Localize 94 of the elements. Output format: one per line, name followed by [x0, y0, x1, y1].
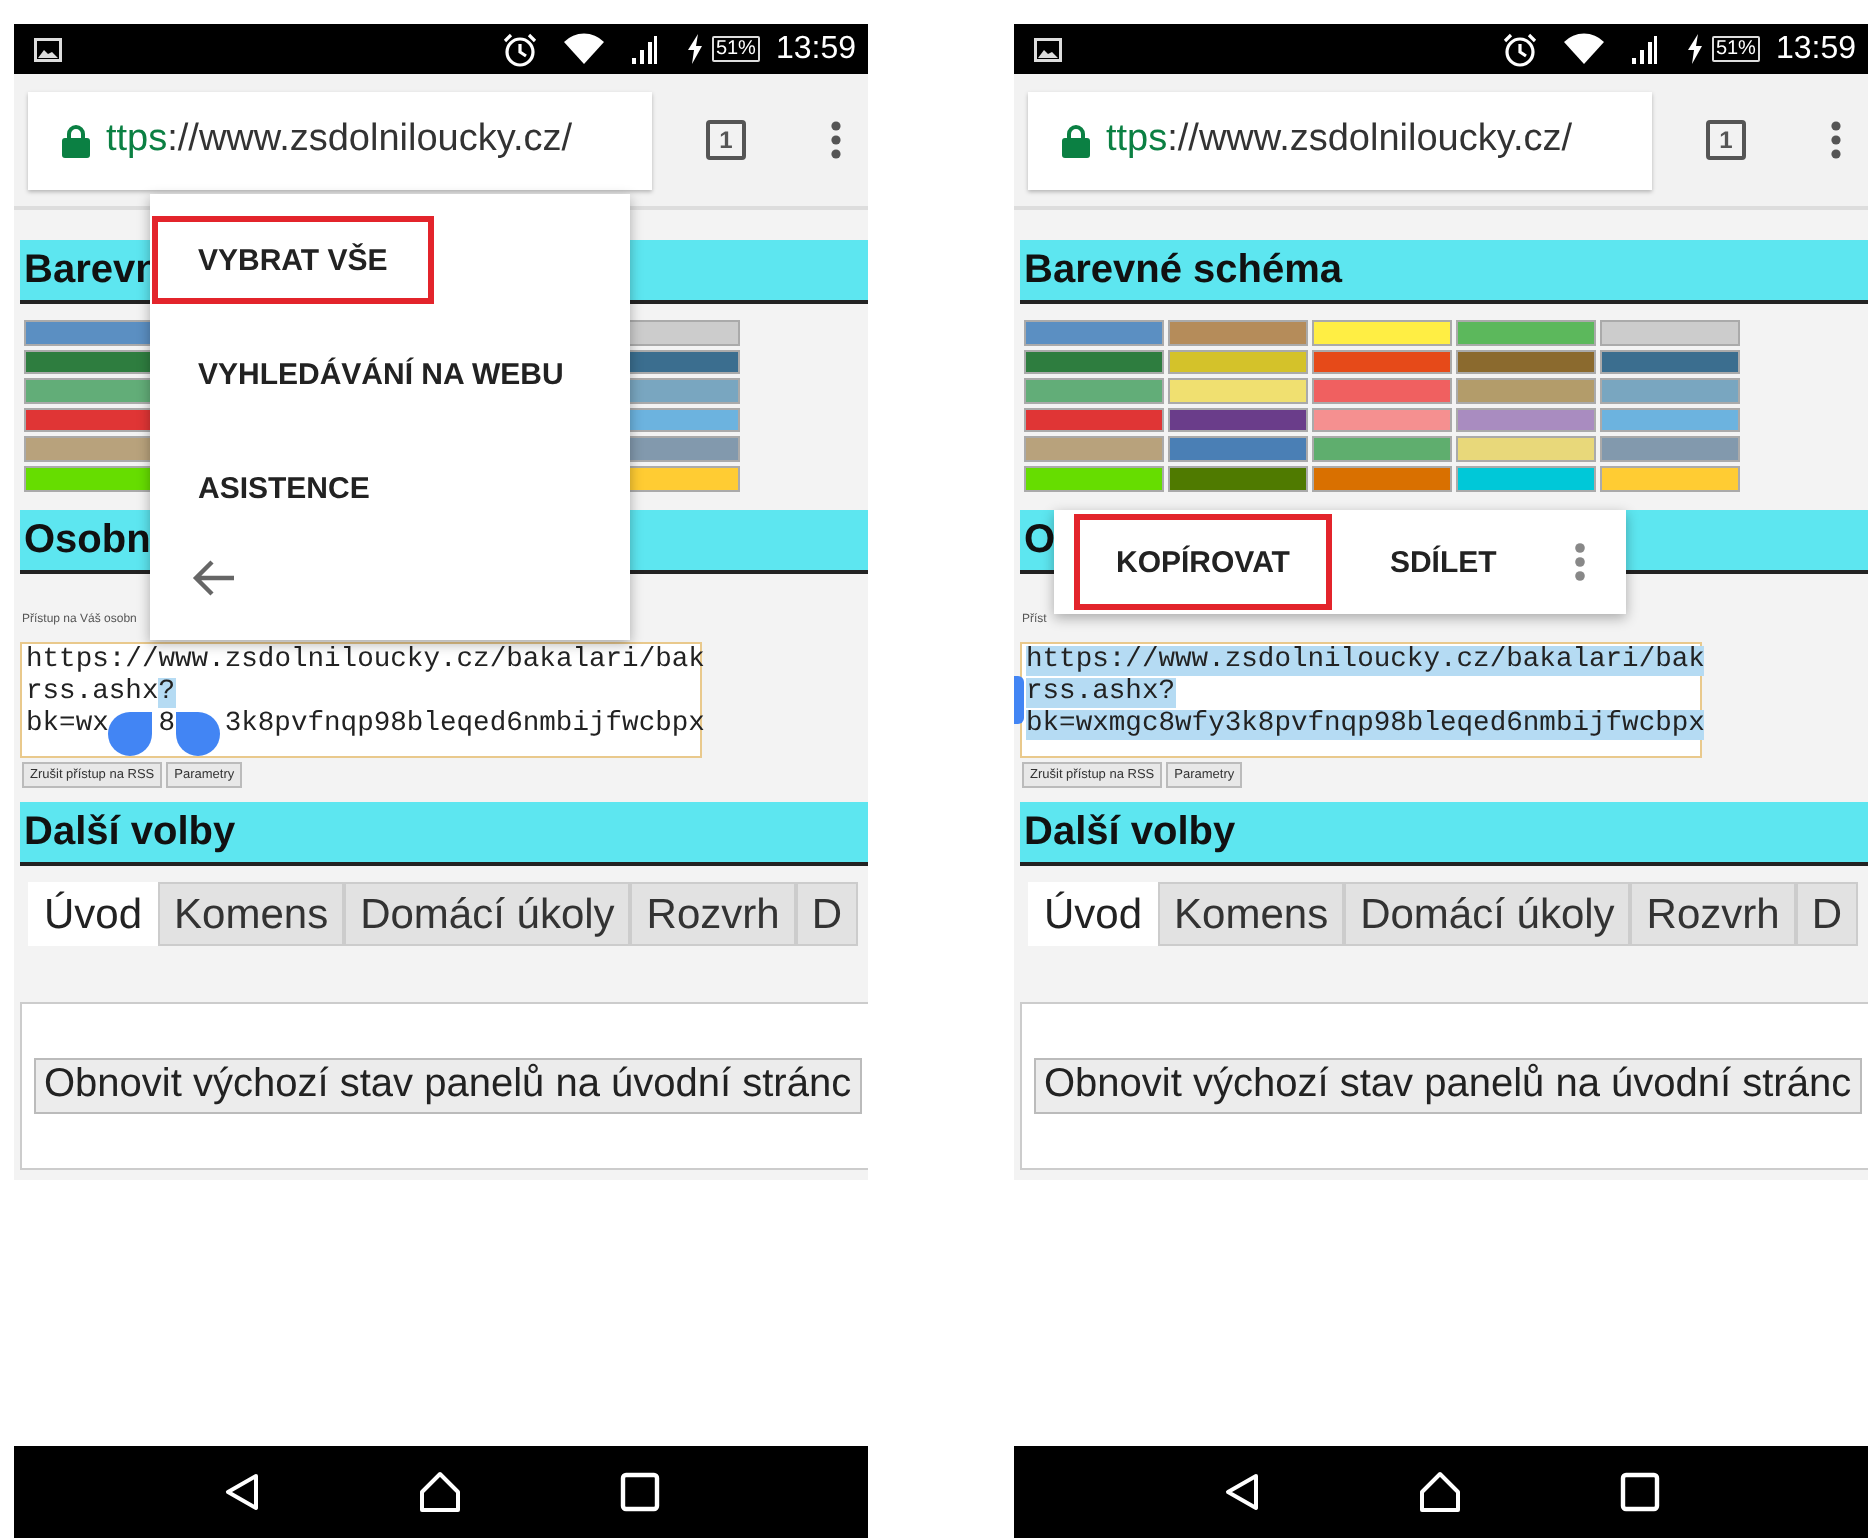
- tab[interactable]: D: [795, 881, 858, 946]
- url-text: ?: [158, 677, 176, 708]
- color-swatch[interactable]: [1312, 436, 1452, 462]
- color-swatch[interactable]: [1168, 407, 1308, 433]
- color-swatch[interactable]: [1024, 378, 1164, 404]
- back-icon[interactable]: [223, 1472, 259, 1512]
- color-swatch[interactable]: [1456, 436, 1596, 462]
- tab-switcher-button[interactable]: 1: [706, 120, 746, 160]
- tab[interactable]: Rozvrh: [630, 881, 796, 946]
- alarm-icon: [501, 31, 538, 67]
- color-swatch[interactable]: [1024, 436, 1164, 462]
- tab[interactable]: Úvod: [1028, 881, 1159, 946]
- charging-icon: [1685, 34, 1704, 64]
- color-swatch[interactable]: [1312, 407, 1452, 433]
- url-text: https://www.zsdolniloucky.cz/bakalari/bak: [26, 645, 705, 676]
- section-heading: Další volby: [1020, 801, 1868, 866]
- menu-item[interactable]: KOPÍROVAT: [1074, 514, 1332, 610]
- reset-button[interactable]: Obnovit výchozí stav panelů na úvodní stránc: [1034, 1057, 1862, 1114]
- selection-handle[interactable]: [1014, 675, 1024, 724]
- color-swatch[interactable]: [1456, 320, 1596, 346]
- url-text: 3k8pvfnqp98bleqed6nmbijfwcbpx: [224, 709, 705, 740]
- color-swatch[interactable]: [1312, 349, 1452, 375]
- color-swatch[interactable]: [1024, 349, 1164, 375]
- rss-url-field[interactable]: https://www.zsdolniloucky.cz/bakalari/bak rss.ashx? bk=wx 8 3k8pvfnqp98bleqed6nmbijfwcbpx: [20, 641, 702, 758]
- menu-item[interactable]: VYBRAT VŠE: [152, 216, 434, 304]
- color-swatch[interactable]: [1024, 465, 1164, 492]
- selection-handle[interactable]: [108, 711, 153, 756]
- url-text: ttps://www.zsdolniloucky.cz/: [106, 118, 573, 162]
- color-swatch[interactable]: [1168, 436, 1308, 462]
- status-time: 13:59: [1775, 31, 1856, 67]
- selection-handle[interactable]: [175, 711, 220, 756]
- menu-icon[interactable]: [1830, 120, 1842, 160]
- back-icon[interactable]: [1223, 1472, 1259, 1512]
- color-swatch[interactable]: [1456, 407, 1596, 433]
- tab[interactable]: Domácí úkoly: [1344, 881, 1631, 946]
- color-swatch[interactable]: [1600, 378, 1740, 404]
- tab[interactable]: D: [1795, 881, 1858, 946]
- home-icon[interactable]: [1417, 1470, 1461, 1514]
- color-swatch[interactable]: [1312, 465, 1452, 492]
- menu-icon[interactable]: [830, 120, 842, 160]
- url-text: ttps://www.zsdolniloucky.cz/: [1106, 118, 1573, 162]
- rss-url-field[interactable]: https://www.zsdolniloucky.cz/bakalari/bak rss.ashx? bk=wxmgc8wfy3k8pvfnqp98bleqed6nmbijfwcbpx: [1020, 641, 1702, 758]
- url-text: 8: [158, 709, 176, 740]
- color-swatch[interactable]: [1168, 349, 1308, 375]
- color-swatch[interactable]: [1312, 320, 1452, 346]
- recents-icon[interactable]: [1619, 1472, 1659, 1512]
- tab-switcher-button[interactable]: 1: [1706, 120, 1746, 160]
- recents-icon[interactable]: [619, 1472, 659, 1512]
- color-swatch[interactable]: [1600, 465, 1740, 492]
- url-text: rss.ashx?: [1026, 677, 1176, 708]
- wifi-icon: [1561, 32, 1606, 66]
- section-heading: Další volby: [20, 801, 868, 866]
- tab[interactable]: Rozvrh: [1630, 881, 1796, 946]
- color-swatch[interactable]: [1024, 320, 1164, 346]
- tab[interactable]: Úvod: [28, 881, 159, 946]
- url-text: bk=wx: [26, 709, 109, 740]
- tab[interactable]: Domácí úkoly: [344, 881, 631, 946]
- url-text: rss.ashx: [26, 677, 159, 708]
- url-text: bk=wxmgc8wfy3k8pvfnqp98bleqed6nmbijfwcbpx: [1026, 709, 1705, 740]
- color-swatch[interactable]: [1312, 378, 1452, 404]
- more-icon[interactable]: [1574, 542, 1587, 582]
- image-icon: [1034, 37, 1062, 61]
- tab[interactable]: Komens: [158, 881, 345, 946]
- lock-icon: [1062, 123, 1090, 157]
- color-swatch[interactable]: [1600, 436, 1740, 462]
- menu-item[interactable]: VYHLEDÁVÁNÍ NA WEBU: [152, 330, 610, 418]
- color-swatch[interactable]: [1600, 320, 1740, 346]
- color-swatch[interactable]: [1168, 320, 1308, 346]
- back-arrow-icon[interactable]: [190, 558, 238, 598]
- alarm-icon: [1501, 31, 1538, 67]
- color-swatch[interactable]: [1456, 378, 1596, 404]
- home-icon[interactable]: [417, 1470, 461, 1514]
- reset-button[interactable]: Obnovit výchozí stav panelů na úvodní stránc: [34, 1057, 862, 1114]
- image-icon: [34, 37, 62, 61]
- status-time: 13:59: [775, 31, 856, 67]
- battery-level: 51%: [1711, 36, 1760, 62]
- color-swatch[interactable]: [1600, 407, 1740, 433]
- color-swatch[interactable]: [1456, 349, 1596, 375]
- charging-icon: [685, 34, 704, 64]
- color-swatch[interactable]: [1456, 465, 1596, 492]
- battery-level: 51%: [711, 36, 760, 62]
- signal-icon: [629, 33, 658, 65]
- address-bar[interactable]: ttps://www.zsdolniloucky.cz/: [28, 91, 652, 189]
- section-heading: Barevné schéma: [1020, 240, 1868, 304]
- signal-icon: [1629, 33, 1658, 65]
- color-swatch[interactable]: [1600, 349, 1740, 375]
- wifi-icon: [561, 32, 606, 66]
- tab[interactable]: Komens: [1158, 881, 1345, 946]
- color-swatch[interactable]: [1024, 407, 1164, 433]
- color-swatch[interactable]: [1168, 378, 1308, 404]
- url-text: https://www.zsdolniloucky.cz/bakalari/bak: [1026, 645, 1705, 676]
- address-bar[interactable]: ttps://www.zsdolniloucky.cz/: [1028, 91, 1652, 189]
- lock-icon: [62, 123, 90, 157]
- color-swatch[interactable]: [1168, 465, 1308, 492]
